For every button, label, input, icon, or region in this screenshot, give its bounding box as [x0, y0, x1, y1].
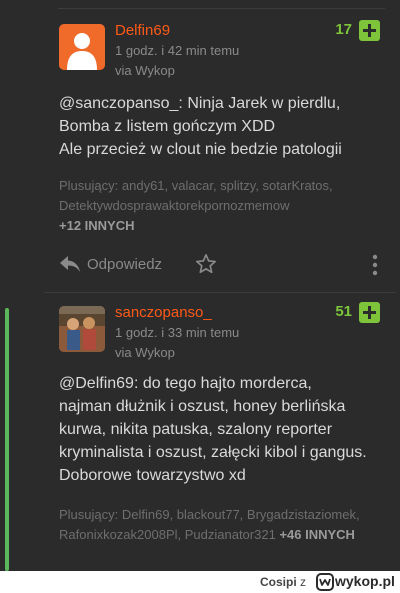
reply-button[interactable]: Odpowiedz [87, 256, 162, 273]
comment-source: via Wykop [115, 63, 175, 78]
voters-list: Plusujący: andy61, valacar, splitzy, sot… [59, 176, 379, 236]
comment-author[interactable]: Delfin69 [115, 22, 170, 39]
voters-label: Plusujący: [59, 178, 119, 193]
plus-icon [363, 24, 376, 37]
star-icon[interactable] [195, 253, 217, 275]
voters-label: Plusujący: [59, 507, 119, 522]
comment-author[interactable]: sanczopanso_ [115, 304, 212, 321]
photo-avatar-icon [59, 306, 105, 352]
upvote-button[interactable] [359, 302, 380, 323]
voters-more[interactable]: +12 INNYCH [59, 218, 135, 233]
upvote-button[interactable] [359, 20, 380, 41]
comment-time: 1 godz. i 33 min temu [115, 325, 240, 340]
comment-actions: Odpowiedz [59, 252, 389, 278]
reply-icon[interactable] [59, 254, 81, 274]
default-avatar-icon [67, 33, 97, 70]
previous-comment-divider [58, 0, 385, 9]
footer-watermark: Cosipi z wykop.pl [0, 571, 400, 593]
vote-score: 17 [335, 21, 352, 38]
footer-brand: wykop.pl [335, 573, 395, 589]
voters-list: Plusujący: Delfin69, blackout77, Brygadz… [59, 505, 379, 545]
avatar[interactable] [59, 24, 105, 70]
reply-thread-rail [5, 308, 9, 571]
comment-body: @sanczopanso_: Ninja Jarek w pierdlu, Bo… [59, 95, 342, 158]
voters-more[interactable]: +46 INNYCH [279, 527, 355, 542]
wykop-logo-icon [316, 573, 334, 591]
footer-username: Cosipi [260, 575, 297, 589]
comment-body: @Delfin69: do tego hajto morderca, najma… [59, 375, 367, 484]
plus-icon [363, 306, 376, 319]
comment-delfin69: Delfin69 1 godz. i 42 min temu via Wykop… [44, 10, 396, 293]
comment-time: 1 godz. i 42 min temu [115, 43, 240, 58]
comment-source: via Wykop [115, 345, 175, 360]
avatar[interactable] [59, 306, 105, 352]
footer-z: z [300, 575, 306, 589]
vote-score: 51 [335, 303, 352, 320]
comment-sanczopanso: sanczopanso_ 1 godz. i 33 min temu via W… [44, 292, 396, 571]
more-dots-icon[interactable] [371, 254, 379, 276]
